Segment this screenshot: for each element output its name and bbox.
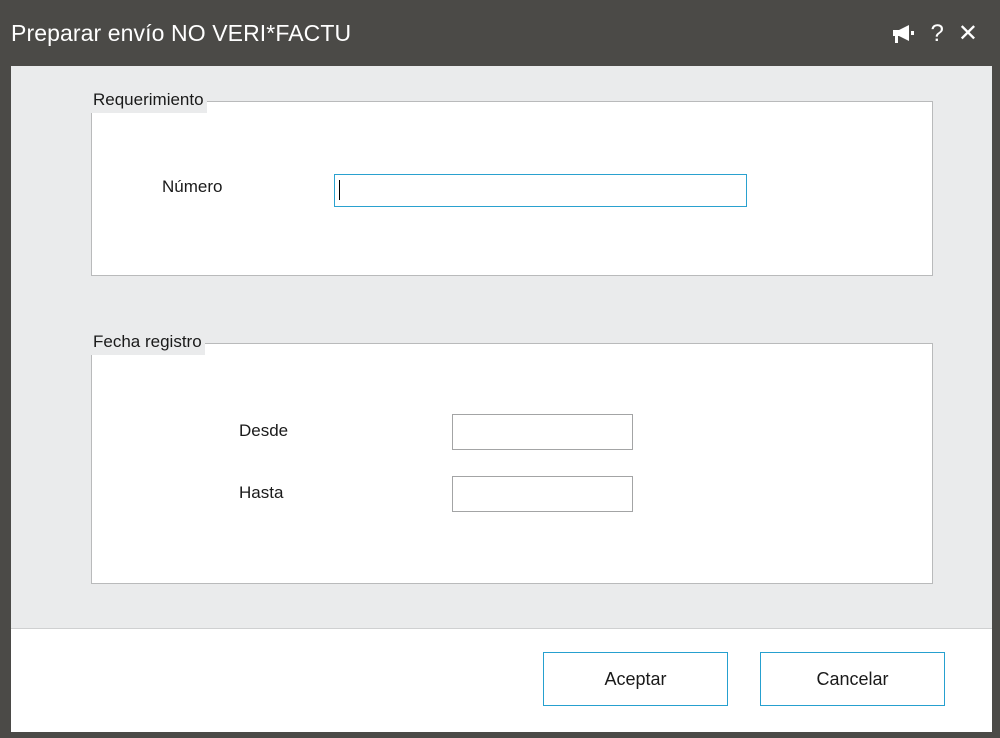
close-icon[interactable]: ✕ bbox=[958, 20, 978, 48]
numero-field-wrap bbox=[334, 174, 747, 207]
title-bar: Preparar envío NO VERI*FACTU ? ✕ bbox=[0, 0, 1000, 66]
numero-label: Número bbox=[162, 177, 223, 196]
title-bar-icons: ? ✕ bbox=[891, 20, 978, 48]
desde-label: Desde bbox=[239, 421, 289, 440]
window-title: Preparar envío NO VERI*FACTU bbox=[11, 20, 352, 46]
requerimiento-group: Requerimiento Número bbox=[90, 87, 933, 276]
hasta-date-input[interactable] bbox=[452, 476, 633, 512]
dialog-body: Requerimiento Número Fecha registro Desd… bbox=[11, 66, 992, 628]
requerimiento-legend: Requerimiento bbox=[90, 87, 207, 113]
accept-button[interactable]: Aceptar bbox=[543, 652, 728, 706]
megaphone-icon[interactable] bbox=[891, 23, 917, 45]
dialog-footer: Aceptar Cancelar bbox=[11, 628, 992, 732]
help-icon[interactable]: ? bbox=[931, 20, 944, 48]
desde-date-input[interactable] bbox=[452, 414, 633, 450]
fecha-registro-group: Fecha registro Desde Hasta bbox=[90, 329, 933, 584]
cancel-button[interactable]: Cancelar bbox=[760, 652, 945, 706]
fecha-registro-legend: Fecha registro bbox=[90, 329, 205, 355]
text-caret bbox=[339, 180, 340, 200]
hasta-label: Hasta bbox=[239, 483, 284, 502]
numero-input[interactable] bbox=[334, 174, 747, 207]
